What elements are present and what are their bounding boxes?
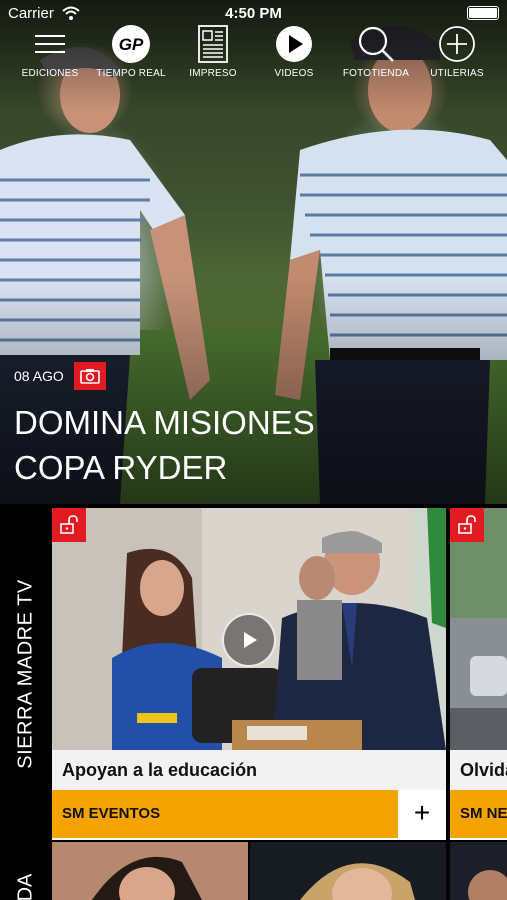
card-title[interactable]: Apoyan a la educación (52, 750, 446, 790)
section-next: DA (0, 842, 507, 900)
nav-impreso[interactable]: IMPRESO (173, 20, 253, 84)
unlocked-icon (52, 508, 86, 542)
nav-fototienda[interactable]: FOTOTIENDA (336, 20, 416, 84)
hamburger-menu-icon (30, 24, 70, 64)
play-icon (244, 632, 257, 648)
hero-headline-line2: COPA RYDER (14, 449, 228, 486)
plus-circle-icon (437, 24, 477, 64)
section-label-text: DA (14, 873, 37, 900)
nav-ediciones[interactable]: EDICIONES (10, 20, 90, 84)
nav-utilerias[interactable]: UTILERIAS (417, 20, 497, 84)
hero-headline[interactable]: DOMINA MISIONES COPA RYDER (14, 400, 414, 490)
nav-videos[interactable]: VIDEOS (254, 20, 334, 84)
section-label[interactable]: DA (0, 842, 52, 900)
video-thumbnail (450, 508, 507, 750)
camera-icon (73, 362, 106, 390)
battery-icon (467, 6, 499, 20)
card-thumbnail[interactable] (52, 842, 248, 900)
card-thumbnail[interactable] (450, 842, 507, 900)
add-button[interactable]: + (398, 790, 446, 838)
newspaper-icon (193, 24, 233, 64)
hero-headline-line1: DOMINA MISIONES (14, 404, 315, 441)
hero-meta: 08 AGO (14, 362, 106, 390)
gp-logo-icon: GP (111, 24, 151, 64)
nav-fototienda-label: FOTOTIENDA (342, 68, 410, 79)
video-card[interactable]: Apoyan a la educación SM EVENTOS + (52, 508, 446, 840)
section-label[interactable]: SIERRA MADRE TV (0, 508, 52, 840)
section-sierra-madre-tv: SIERRA MADRE TV Apoyan a la educación SM… (0, 508, 507, 840)
nav-videos-label: VIDEOS (274, 68, 314, 79)
card-category[interactable]: SM NEW (450, 790, 507, 838)
play-button[interactable] (222, 613, 276, 667)
search-icon (356, 24, 396, 64)
svg-text:GP: GP (119, 35, 144, 54)
video-card[interactable]: Olvida SM NEW (450, 508, 507, 840)
play-circle-icon (274, 24, 314, 64)
nav-tiempo-real-label: TIEMPO REAL (96, 68, 166, 79)
card-thumbnail[interactable] (250, 842, 446, 900)
card-category[interactable]: SM EVENTOS (52, 790, 398, 838)
card-title[interactable]: Olvida (450, 750, 507, 790)
hero-date: 08 AGO (14, 368, 64, 384)
top-navigation: EDICIONES GP TIEMPO REAL IMPRESO VIDEOS … (0, 20, 507, 84)
nav-tiempo-real[interactable]: GP TIEMPO REAL (91, 20, 171, 84)
unlocked-icon (450, 508, 484, 542)
nav-impreso-label: IMPRESO (189, 68, 237, 79)
nav-utilerias-label: UTILERIAS (430, 68, 484, 79)
section-label-text: SIERRA MADRE TV (14, 579, 37, 769)
nav-ediciones-label: EDICIONES (21, 68, 79, 79)
